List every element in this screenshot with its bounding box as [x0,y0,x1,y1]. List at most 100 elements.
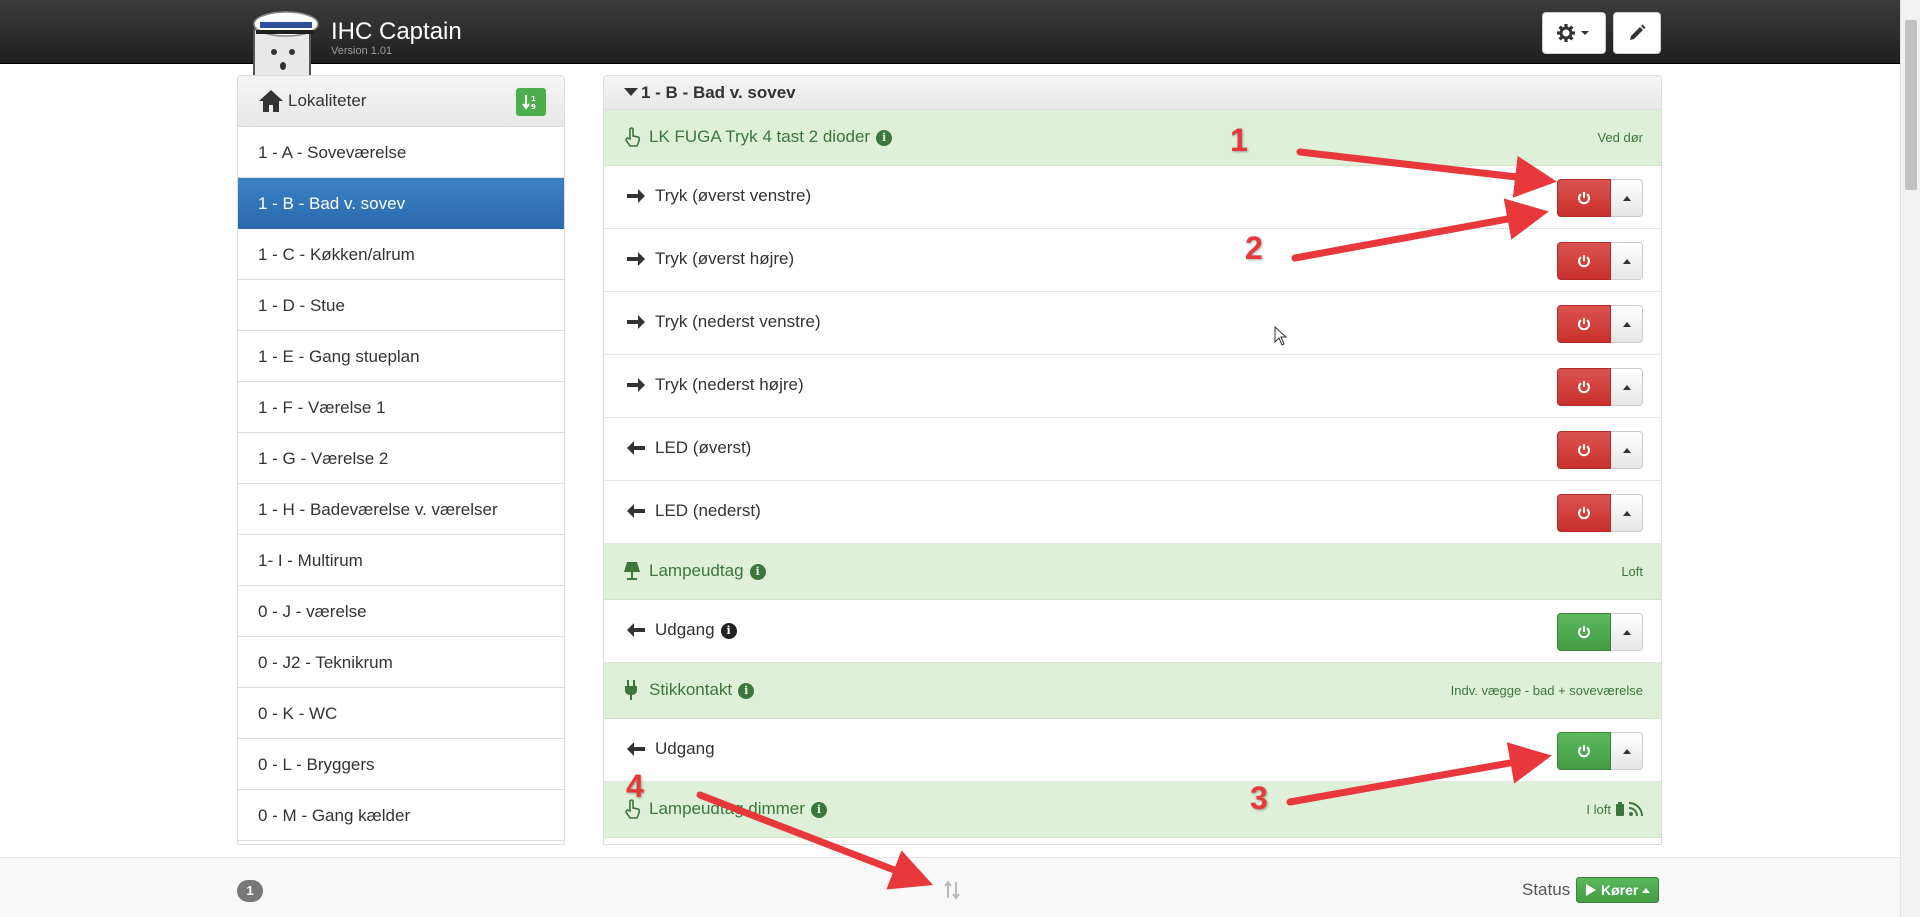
page-scrollbar[interactable] [1900,0,1920,917]
io-label: Tryk (øverst højre) [655,249,794,269]
sidebar-item[interactable]: 0 - K - WC [238,688,564,739]
caret-up-icon [1622,195,1631,201]
sort-button[interactable]: 1 9 [516,88,546,116]
io-label: LED (øverst) [655,438,751,458]
sidebar-item[interactable]: 1 - D - Stue [238,280,564,331]
home-icon [259,90,283,112]
io-dropdown-button[interactable] [1611,242,1643,280]
app-version: Version 1.01 [331,45,393,57]
sidebar-item[interactable]: 0 - M - Gang kælder [238,790,564,841]
app-title: IHC Captain [331,18,462,45]
io-label: Tryk (nederst venstre) [655,312,821,332]
sidebar-item[interactable]: 1 - E - Gang stueplan [238,331,564,382]
device-location: Loft [1621,564,1643,579]
info-icon[interactable]: i [749,564,766,580]
location-panel: 1 - B - Bad v. sovev LK FUGA Tryk 4 tast… [603,75,1662,845]
captain-logo-icon[interactable] [250,6,330,86]
caret-up-icon [1622,629,1631,635]
sidebar-item[interactable]: 0 - J - værelse [238,586,564,637]
io-label-text: Tryk (øverst højre) [655,249,795,268]
power-toggle-button[interactable] [1557,431,1611,469]
power-toggle-button[interactable] [1557,179,1611,217]
io-dropdown-button[interactable] [1611,368,1643,406]
info-icon[interactable]: i [720,623,737,639]
sidebar-item[interactable]: 1 - A - Soveværelse [238,127,564,178]
arrow-right-icon [627,252,645,266]
sidebar-item[interactable]: 1- I - Multirum [238,535,564,586]
sidebar-item[interactable]: 1 - H - Badeværelse v. værelser [238,484,564,535]
io-dropdown-button[interactable] [1611,732,1643,770]
caret-up-icon [1622,748,1631,754]
sync-icon[interactable] [943,880,961,900]
io-dropdown-button[interactable] [1611,305,1643,343]
group-icon [624,799,642,824]
sidebar-item[interactable]: 1 - G - Værelse 2 [238,433,564,484]
scrollbar-thumb[interactable] [1905,20,1917,190]
power-toggle-button[interactable] [1557,494,1611,532]
edit-button[interactable] [1613,12,1661,54]
lamp-icon [624,562,640,580]
info-icon[interactable]: i [876,130,893,146]
panel-header[interactable]: 1 - B - Bad v. sovev [604,76,1661,110]
io-row: Tryk (nederst venstre) [604,292,1661,355]
sidebar-item[interactable]: 1 - C - Køkken/alrum [238,229,564,280]
group-icon [624,680,638,705]
power-icon [1578,745,1590,758]
io-label: Udgang i [655,620,737,640]
io-row: Tryk (øverst venstre) [604,166,1661,229]
device-location-text: I loft [1586,802,1611,817]
io-control-group [1557,242,1643,280]
status-dropdown-button[interactable]: Kører [1576,877,1660,903]
info-icon[interactable]: i [738,683,755,699]
sidebar-item[interactable]: 0 - L - Bryggers [238,739,564,790]
power-toggle-button[interactable] [1557,305,1611,343]
io-control-group [1557,494,1643,532]
power-icon [1578,381,1590,394]
svg-text:9: 9 [531,103,536,111]
caret-down-icon [624,88,638,96]
power-icon [1578,507,1590,520]
io-label: LED (nederst) [655,501,761,521]
sidebar-item[interactable]: 0 - J2 - Teknikrum [238,637,564,688]
io-control-group [1557,732,1643,770]
power-icon [1578,192,1590,205]
rss-signal-icon [1628,802,1643,817]
arrow-right-icon [627,315,645,329]
arrow-left-icon [627,742,645,756]
device-location: I loft [1586,802,1643,817]
info-icon[interactable]: i [810,802,827,818]
power-toggle-button[interactable] [1557,732,1611,770]
sidebar-header: Lokaliteter 1 9 [238,76,564,127]
power-toggle-button[interactable] [1557,613,1611,651]
device-name-text: LK FUGA Tryk 4 tast 2 dioder [649,127,871,146]
settings-dropdown-button[interactable] [1542,12,1606,54]
sidebar-title: Lokaliteter [288,91,367,110]
group-icon [624,127,642,152]
io-dropdown-button[interactable] [1611,431,1643,469]
io-control-group [1557,305,1643,343]
io-control-group [1557,179,1643,217]
power-toggle-button[interactable] [1557,368,1611,406]
io-label-text: Tryk (nederst højre) [655,375,804,394]
sidebar-item[interactable]: 1 - F - Værelse 1 [238,382,564,433]
sidebar-item[interactable]: 1 - B - Bad v. sovev [238,178,564,229]
io-control-group [1557,431,1643,469]
play-icon [1586,884,1596,896]
notification-badge[interactable]: 1 [237,880,263,902]
io-label-text: Udgang [655,739,715,758]
device-groups: LK FUGA Tryk 4 tast 2 dioder i Ved dør Tryk… [604,110,1661,844]
power-toggle-button[interactable] [1557,242,1611,280]
io-row: Tryk (nederst højre) [604,355,1661,418]
device-location-text: Loft [1621,564,1643,579]
io-dropdown-button[interactable] [1611,494,1643,532]
device-name: Lampeudtag dimmer i [649,799,827,819]
io-dropdown-button[interactable] [1611,179,1643,217]
battery-icon [1616,802,1624,816]
device-group-header: Lampeudtag i Loft [604,544,1661,600]
caret-up-icon [1622,321,1631,327]
mouse-cursor-icon [1274,326,1288,346]
status-value: Kører [1601,882,1639,898]
arrow-left-icon [627,504,645,518]
io-control-group [1557,368,1643,406]
io-dropdown-button[interactable] [1611,613,1643,651]
